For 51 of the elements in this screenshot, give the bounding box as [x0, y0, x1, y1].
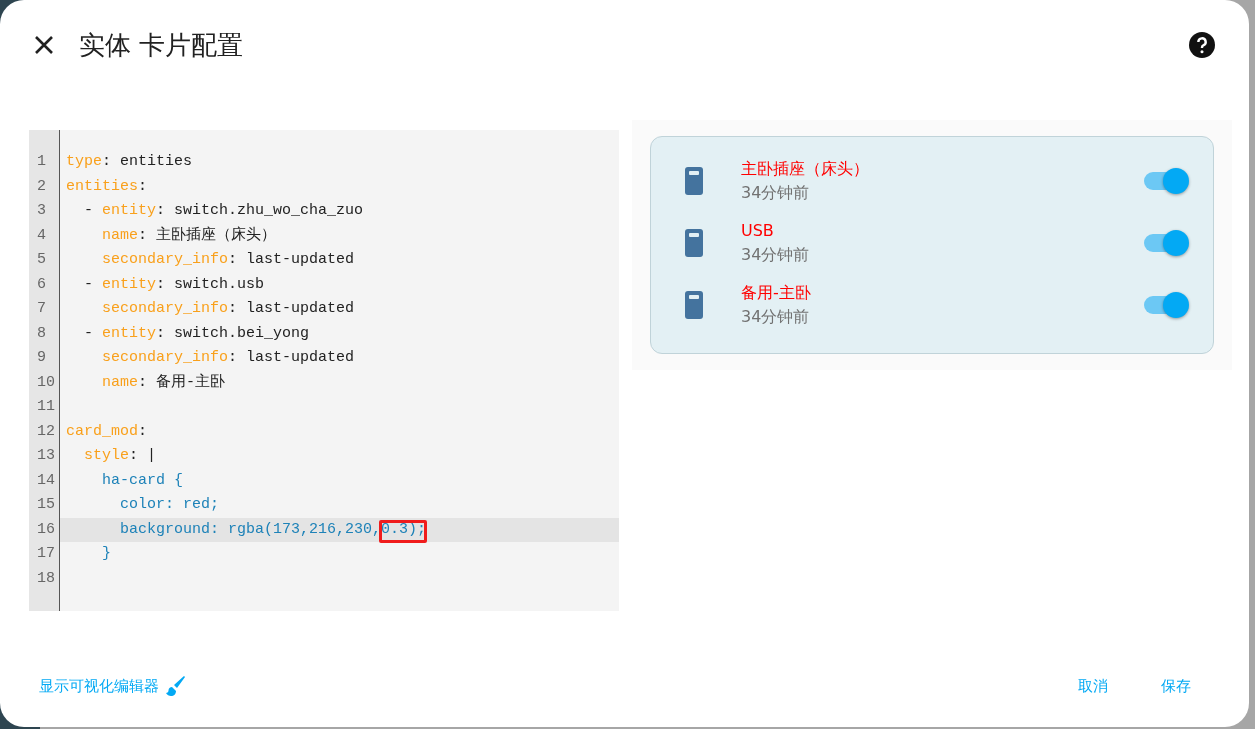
line-number: 12 [36, 421, 56, 442]
dialog-button[interactable]: 取消 [1068, 668, 1118, 704]
code-line: secondary_info: last-updated [101, 250, 356, 270]
close-icon[interactable] [34, 35, 54, 55]
line-number: 14 [36, 470, 56, 491]
line-number: 17 [36, 544, 56, 564]
entity-name: 主卧插座（床头） [741, 158, 870, 180]
switch-device-icon [685, 229, 703, 257]
code-line: - entity: switch.zhu_wo_cha_zuo [83, 201, 365, 221]
last-updated-text: 34分钟前 [741, 182, 811, 204]
code-line: card_mod: [65, 421, 149, 442]
line-number: 13 [36, 446, 56, 466]
line-number: 6 [36, 274, 47, 295]
code-line: style: | [83, 446, 158, 466]
help-icon[interactable] [1189, 32, 1215, 58]
code-line: type: entities [65, 152, 194, 172]
annotation-box [379, 519, 428, 543]
code-line: name: 主卧插座（床头） [101, 225, 278, 246]
line-number: 10 [36, 372, 56, 393]
paintbrush-icon [163, 674, 187, 698]
last-updated-text: 34分钟前 [741, 306, 811, 328]
line-number: 7 [36, 299, 47, 319]
switch-device-icon [685, 291, 703, 319]
code-line: ha-card { [101, 470, 185, 491]
code-line: } [101, 544, 112, 564]
visual-editor-link[interactable]: 显示可视化编辑器 [39, 676, 159, 696]
line-number: 2 [36, 176, 47, 197]
code-line: entities: [65, 176, 149, 197]
dialog-button[interactable]: 保存 [1151, 668, 1201, 704]
dialog-title: 实体 卡片配置 [79, 28, 244, 62]
line-number: 16 [36, 519, 56, 540]
line-number: 11 [36, 397, 56, 417]
code-line: color: red; [119, 495, 221, 515]
code-line: secondary_info: last-updated [101, 299, 356, 319]
code-line: - entity: switch.usb [83, 274, 266, 295]
code-editor[interactable] [29, 130, 619, 611]
line-number: 5 [36, 250, 47, 270]
line-number: 8 [36, 323, 47, 344]
line-number: 15 [36, 495, 56, 515]
line-number: 1 [36, 152, 47, 172]
line-number: 3 [36, 201, 47, 221]
entity-name: 备用-主卧 [741, 282, 812, 304]
entity-name: USB [741, 220, 775, 242]
line-number: 9 [36, 348, 47, 368]
switch-device-icon [685, 167, 703, 195]
line-number: 18 [36, 568, 56, 589]
code-line: - entity: switch.bei_yong [83, 323, 311, 344]
line-number: 4 [36, 225, 47, 246]
code-line: secondary_info: last-updated [101, 348, 356, 368]
last-updated-text: 34分钟前 [741, 244, 811, 266]
code-line: name: 备用-主卧 [101, 372, 227, 393]
